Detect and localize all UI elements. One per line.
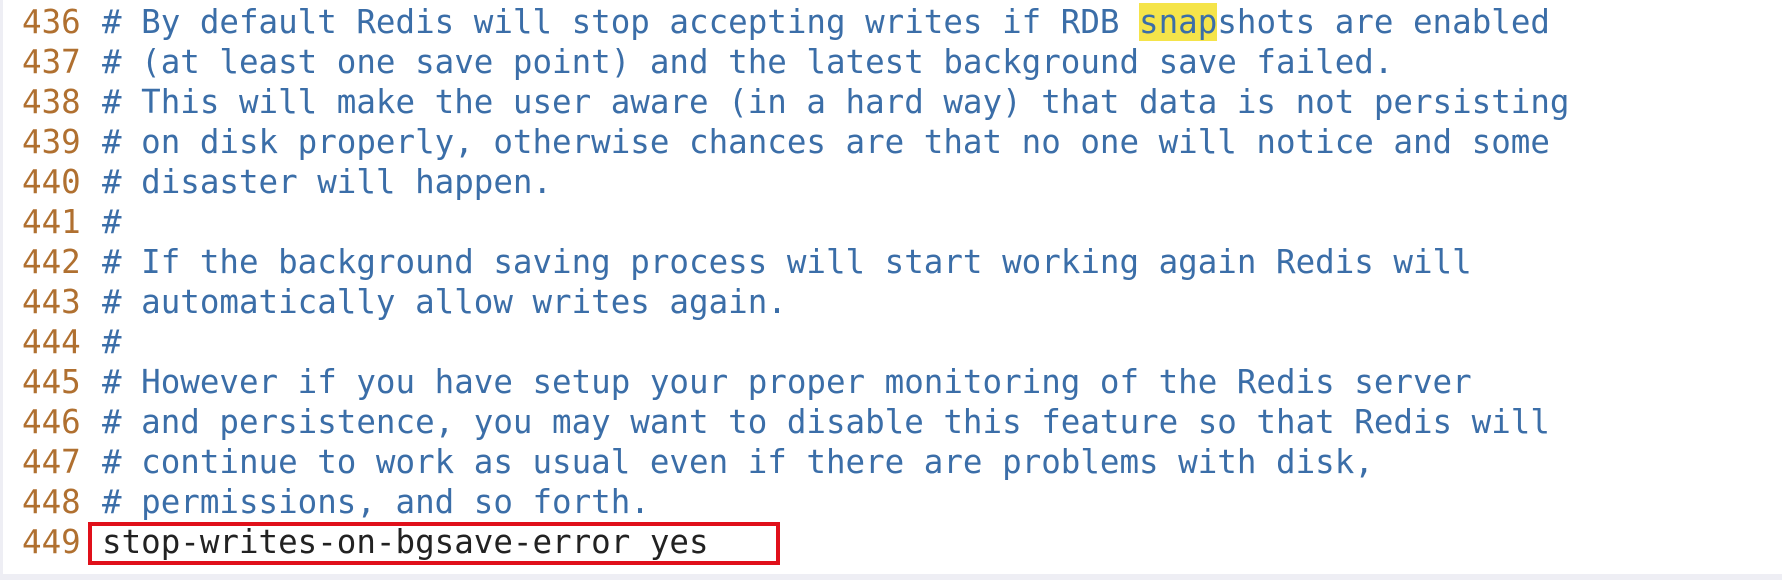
line-number: 443: [22, 283, 81, 321]
line-number: 442: [22, 243, 81, 281]
code-line-441[interactable]: 441 #: [0, 202, 1782, 242]
line-number: 436: [22, 3, 81, 41]
code-line-446[interactable]: 446 # and persistence, you may want to d…: [0, 402, 1782, 442]
code-lines: 436 # By default Redis will stop accepti…: [0, 2, 1782, 562]
line-number: 445: [22, 363, 81, 401]
comment-text: # (at least one save point) and the late…: [102, 43, 1394, 81]
line-number: 448: [22, 483, 81, 521]
code-line-444[interactable]: 444 #: [0, 322, 1782, 362]
line-number: 449: [22, 523, 81, 561]
code-line-443[interactable]: 443 # automatically allow writes again.: [0, 282, 1782, 322]
code-line-442[interactable]: 442 # If the background saving process w…: [0, 242, 1782, 282]
comment-text: # on disk properly, otherwise chances ar…: [102, 123, 1550, 161]
comment-text: # disaster will happen.: [102, 163, 553, 201]
line-number: 439: [22, 123, 81, 161]
code-line-448[interactable]: 448 # permissions, and so forth.: [0, 482, 1782, 522]
comment-text: # and persistence, you may want to disab…: [102, 403, 1550, 441]
search-match-highlight: snap: [1139, 3, 1218, 41]
code-line-438[interactable]: 438 # This will make the user aware (in …: [0, 82, 1782, 122]
editor-bottom-border: [0, 574, 1782, 580]
line-number: 447: [22, 443, 81, 481]
comment-text: # If the background saving process will …: [102, 243, 1472, 281]
code-line-437[interactable]: 437 # (at least one save point) and the …: [0, 42, 1782, 82]
line-number: 446: [22, 403, 81, 441]
comment-text: # continue to work as usual even if ther…: [102, 443, 1374, 481]
comment-text-before-match: # By default Redis will stop accepting w…: [102, 3, 1140, 41]
line-number: 437: [22, 43, 81, 81]
comment-text: # However if you have setup your proper …: [102, 363, 1472, 401]
comment-text-after-match: shots are enabled: [1217, 3, 1550, 41]
comment-text: # This will make the user aware (in a ha…: [102, 83, 1570, 121]
comment-text: # By default Redis will stop accepting w…: [102, 2, 1550, 42]
code-line-445[interactable]: 445 # However if you have setup your pro…: [0, 362, 1782, 402]
line-number: 440: [22, 163, 81, 201]
comment-text: #: [102, 323, 122, 361]
annotation-highlight-box: [88, 522, 780, 565]
line-number: 444: [22, 323, 81, 361]
line-number: 441: [22, 203, 81, 241]
comment-text: # automatically allow writes again.: [102, 283, 787, 321]
code-line-436[interactable]: 436 # By default Redis will stop accepti…: [0, 2, 1782, 42]
comment-text: #: [102, 203, 122, 241]
line-number: 438: [22, 83, 81, 121]
text-editor[interactable]: 436 # By default Redis will stop accepti…: [0, 0, 1782, 580]
code-line-447[interactable]: 447 # continue to work as usual even if …: [0, 442, 1782, 482]
code-line-439[interactable]: 439 # on disk properly, otherwise chance…: [0, 122, 1782, 162]
comment-text: # permissions, and so forth.: [102, 483, 650, 521]
code-line-440[interactable]: 440 # disaster will happen.: [0, 162, 1782, 202]
